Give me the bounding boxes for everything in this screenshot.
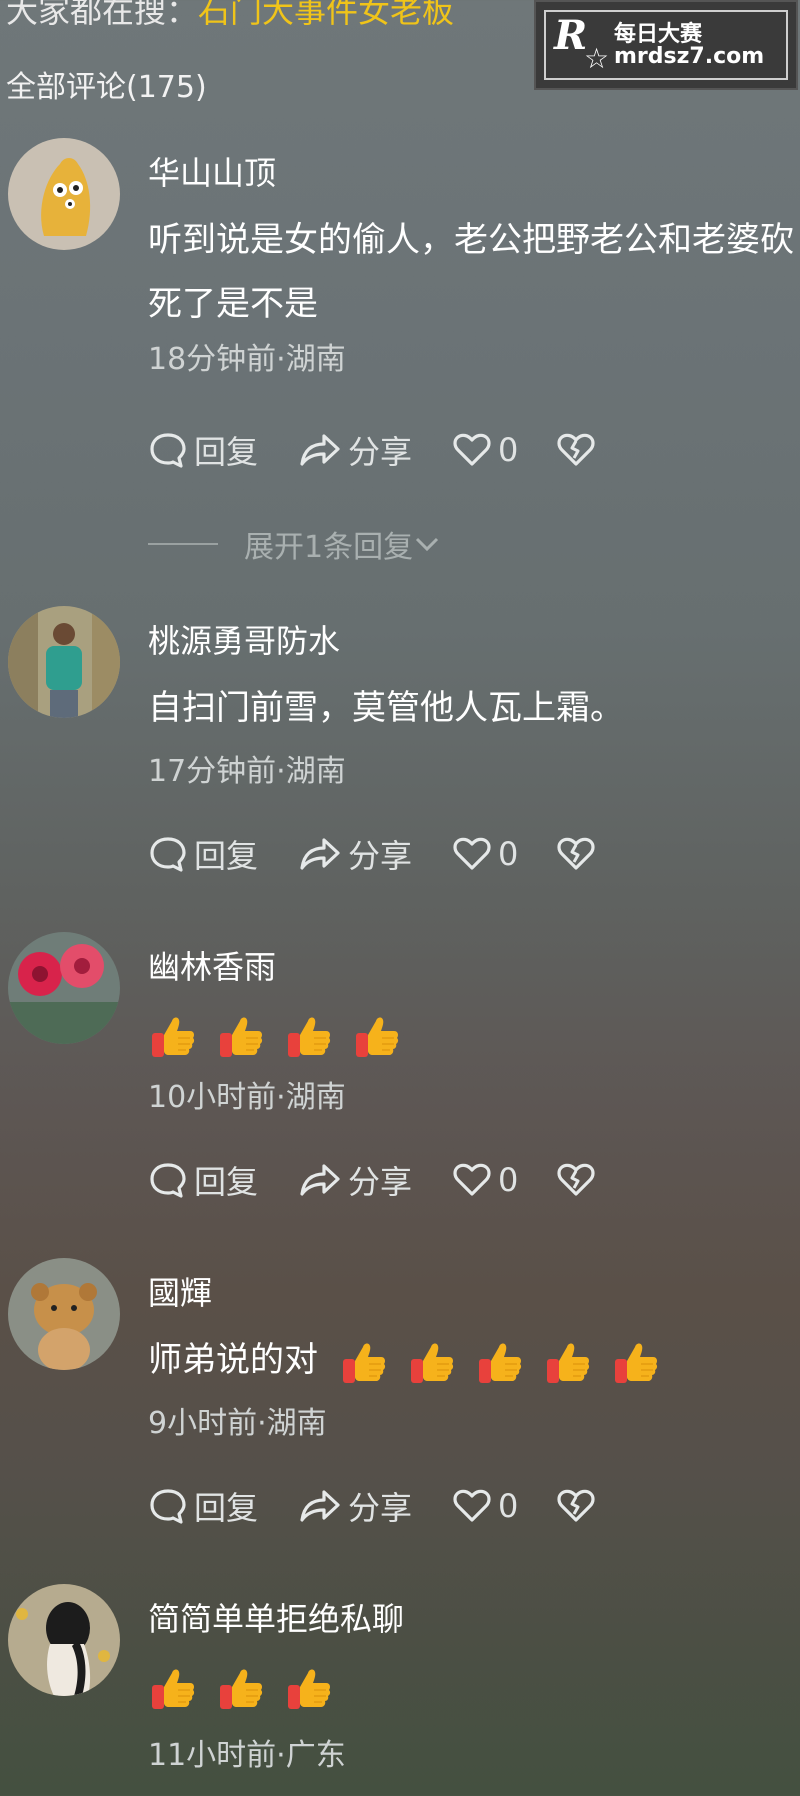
share-label: 分享 [348, 1163, 413, 1201]
reply-label: 回复 [194, 433, 259, 471]
reply-button[interactable]: 回复 [148, 428, 258, 472]
username[interactable]: 幽林香雨 [148, 942, 276, 988]
avatar-image [8, 1258, 120, 1370]
thumbs-up-icon [352, 1011, 402, 1061]
thumbs-up-icon [475, 1337, 525, 1387]
comment-text: 师弟说的对 [148, 1328, 800, 1392]
share-icon [298, 834, 342, 874]
like-count: 0 [498, 431, 519, 469]
heart-icon [452, 834, 492, 874]
thumbs-up-icon [284, 1663, 334, 1713]
comment-text: 听到说是女的偷人，老公把野老公和老婆砍死了是不是 [148, 220, 794, 324]
expand-replies[interactable]: 展开1条回复 [148, 522, 441, 566]
dislike-button[interactable] [556, 428, 596, 472]
share-label: 分享 [348, 837, 413, 875]
thumbs-up-icon [339, 1337, 389, 1387]
chevron-down-icon [416, 537, 439, 552]
dislike-button[interactable] [556, 832, 596, 876]
avatar-image [8, 932, 120, 1044]
watermark-logo: R [554, 12, 588, 59]
thumbs-up-icon [284, 1011, 334, 1061]
comment-count: 全部评论(175) [6, 70, 207, 105]
comment-meta: 11小时前·广东 [148, 1738, 346, 1773]
thumbs-up-icon [543, 1337, 593, 1387]
share-button[interactable]: 分享 [298, 1158, 412, 1202]
avatar[interactable] [8, 138, 120, 250]
share-label: 分享 [348, 1489, 413, 1527]
thumbs-up-icon [407, 1337, 457, 1387]
thumbs-up-icon [216, 1663, 266, 1713]
share-icon [298, 1160, 342, 1200]
emoji-row [339, 1337, 661, 1387]
comment-text: 自扫门前雪，莫管他人瓦上霜。 [148, 688, 624, 728]
comment-text [148, 1654, 800, 1718]
reply-label: 回复 [194, 837, 259, 875]
avatar[interactable] [8, 1584, 120, 1696]
like-button[interactable]: 0 [452, 1158, 518, 1202]
reply-label: 回复 [194, 1163, 259, 1201]
thumbs-up-icon [611, 1337, 661, 1387]
star-icon: ☆ [584, 42, 610, 75]
thumbs-up-icon [216, 1011, 266, 1061]
reply-icon [148, 430, 188, 470]
dislike-icon [556, 430, 596, 470]
comment-text-body: 师弟说的对 [148, 1340, 318, 1380]
avatar[interactable] [8, 932, 120, 1044]
avatar[interactable] [8, 1258, 120, 1370]
dislike-button[interactable] [556, 1484, 596, 1528]
like-count: 0 [498, 1161, 519, 1199]
share-icon [298, 1486, 342, 1526]
dislike-icon [556, 1486, 596, 1526]
reply-button[interactable]: 回复 [148, 1158, 258, 1202]
comment-meta: 18分钟前·湖南 [148, 342, 346, 377]
avatar-image [8, 606, 120, 718]
share-icon [298, 430, 342, 470]
reply-icon [148, 834, 188, 874]
watermark: R ☆ 每日大赛 mrdsz7.com [534, 0, 798, 90]
reply-button[interactable]: 回复 [148, 1484, 258, 1528]
comment-meta: 10小时前·湖南 [148, 1080, 346, 1115]
dislike-icon [556, 834, 596, 874]
username[interactable]: 华山山顶 [148, 148, 276, 194]
dislike-button[interactable] [556, 1158, 596, 1202]
divider-line [148, 543, 218, 545]
share-button[interactable]: 分享 [298, 832, 412, 876]
reply-icon [148, 1160, 188, 1200]
search-suggestion[interactable]: 大家都在搜：石门大事件女老板 [6, 0, 454, 32]
emoji-row [148, 1011, 402, 1061]
dislike-icon [556, 1160, 596, 1200]
expand-label: 展开1条回复 [244, 530, 414, 565]
avatar-image [8, 138, 120, 250]
thumbs-up-icon [148, 1011, 198, 1061]
heart-icon [452, 1486, 492, 1526]
avatar[interactable] [8, 606, 120, 718]
comment-meta: 17分钟前·湖南 [148, 754, 346, 789]
reply-button[interactable]: 回复 [148, 832, 258, 876]
thumbs-up-icon [148, 1663, 198, 1713]
comment-text [148, 1002, 800, 1066]
share-button[interactable]: 分享 [298, 428, 412, 472]
reply-icon [148, 1486, 188, 1526]
search-prefix: 大家都在搜： [6, 0, 199, 30]
like-button[interactable]: 0 [452, 832, 518, 876]
username[interactable]: 國輝 [148, 1268, 212, 1314]
share-button[interactable]: 分享 [298, 1484, 412, 1528]
like-button[interactable]: 0 [452, 1484, 518, 1528]
like-button[interactable]: 0 [452, 428, 518, 472]
heart-icon [452, 1160, 492, 1200]
username[interactable]: 简简单单拒绝私聊 [148, 1594, 404, 1640]
reply-label: 回复 [194, 1489, 259, 1527]
share-label: 分享 [348, 433, 413, 471]
heart-icon [452, 430, 492, 470]
avatar-image [8, 1584, 120, 1696]
like-count: 0 [498, 835, 519, 873]
comment-meta: 9小时前·湖南 [148, 1406, 327, 1441]
like-count: 0 [498, 1487, 519, 1525]
watermark-url: mrdsz7.com [614, 44, 765, 69]
top-bar: 大家都在搜：石门大事件女老板 全部评论(175) R ☆ 每日大赛 mrdsz7… [0, 0, 800, 105]
username[interactable]: 桃源勇哥防水 [148, 616, 340, 662]
emoji-row [148, 1663, 334, 1713]
search-keyword[interactable]: 石门大事件女老板 [198, 0, 454, 30]
